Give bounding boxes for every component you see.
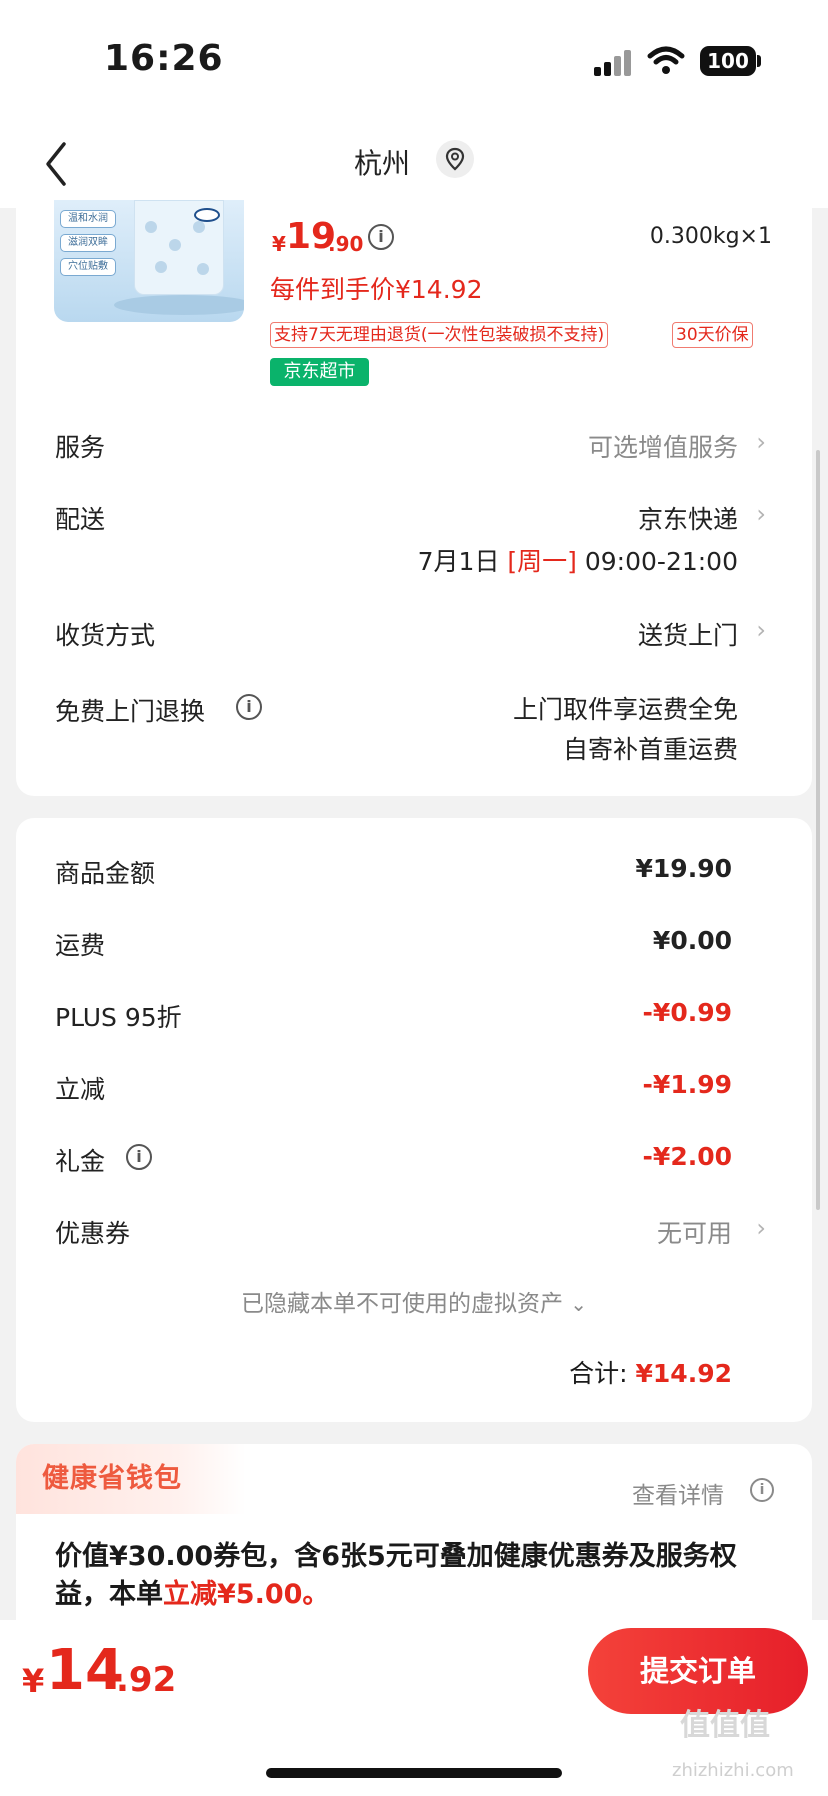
summary-row-value: ¥19.90 xyxy=(635,854,732,883)
wallet-desc-text: 价值¥30.00券包，含6张5元可叠加健康优惠券及服务权益，本单 xyxy=(55,1541,737,1610)
price-info-icon[interactable]: i xyxy=(368,224,394,250)
chevron-right-icon[interactable]: › xyxy=(756,500,766,528)
wallet-info-icon[interactable]: i xyxy=(750,1478,774,1502)
product-base xyxy=(114,295,244,315)
chevron-down-icon: ⌄ xyxy=(570,1292,588,1316)
wallet-desc-highlight: 立减¥5.00。 xyxy=(163,1579,330,1610)
product-image-tag: 穴位贴敷 xyxy=(60,258,116,276)
hand-price: 每件到手价¥14.92 xyxy=(270,275,483,304)
weight-quantity: 0.300kg×1 xyxy=(649,224,772,249)
service-label: 服务 xyxy=(55,433,106,462)
summary-row-label: 商品金额 xyxy=(55,859,156,888)
summary-row-value: -¥2.00 xyxy=(642,1142,732,1171)
product-image[interactable]: 温和水润 滋润双眸 穴位贴敷 xyxy=(54,200,244,322)
summary-row-value: -¥0.99 xyxy=(642,998,732,1027)
total-integer: 14 xyxy=(46,1638,124,1703)
delivery-window: 09:00-21:00 xyxy=(584,547,738,576)
receive-method-value[interactable]: 送货上门 xyxy=(638,616,738,652)
product-image-tag: 温和水润 xyxy=(60,210,116,228)
summary-row-value: ¥0.00 xyxy=(652,926,732,955)
return-policy-tag: 支持7天无理由退货(一次性包装破损不支持) xyxy=(270,322,609,348)
free-return-line1: 上门取件享运费全免 xyxy=(512,695,738,724)
summary-row-label: 运费 xyxy=(55,931,106,960)
price-summary-card xyxy=(16,818,812,1422)
can-dot xyxy=(169,239,181,251)
chevron-right-icon[interactable]: › xyxy=(756,1214,766,1242)
can-dot xyxy=(197,263,209,275)
total-label: 合计: xyxy=(569,1359,628,1388)
coupon-value[interactable]: 无可用 xyxy=(657,1214,732,1250)
can-dot xyxy=(145,221,157,233)
summary-row-value: -¥1.99 xyxy=(642,1070,732,1099)
summary-row-label: 礼金 xyxy=(55,1147,106,1176)
home-indicator[interactable] xyxy=(266,1768,562,1778)
cellular-signal-icon xyxy=(594,50,634,76)
receive-method-label: 收货方式 xyxy=(55,621,156,650)
watermark-logo: 值值值 xyxy=(680,1708,770,1743)
free-return-line2: 自寄补首重运费 xyxy=(562,735,738,764)
battery-tip xyxy=(757,55,761,67)
hidden-assets-toggle[interactable]: 已隐藏本单不可使用的虚拟资产 ⌄ xyxy=(0,1284,828,1318)
wallet-description: 价值¥30.00券包，含6张5元可叠加健康优惠券及服务权益，本单立减¥5.00。 xyxy=(55,1538,775,1614)
back-chevron-icon[interactable] xyxy=(42,140,70,188)
delivery-date: 7月1日 xyxy=(417,547,500,576)
total-value: ¥14.92 xyxy=(635,1359,732,1388)
eye-logo-icon xyxy=(194,208,220,222)
scrollbar[interactable] xyxy=(816,450,820,1210)
product-image-tag: 滋润双眸 xyxy=(60,234,116,252)
total-decimal: .92 xyxy=(116,1660,177,1700)
service-value[interactable]: 可选增值服务 xyxy=(588,428,738,464)
summary-row-label: 立减 xyxy=(55,1075,106,1104)
city-name[interactable]: 杭州 xyxy=(354,142,410,182)
delivery-time[interactable]: 7月1日 [周一] 09:00-21:00 xyxy=(418,542,738,578)
coupon-label: 优惠券 xyxy=(55,1219,131,1248)
chevron-right-icon[interactable]: › xyxy=(756,616,766,644)
delivery-value[interactable]: 京东快递 xyxy=(638,500,738,536)
price-decimal: .90 xyxy=(328,232,364,256)
wifi-icon xyxy=(647,46,685,74)
store-badge: 京东超市 xyxy=(270,358,369,386)
price-protect-tag: 30天价保 xyxy=(672,322,753,348)
delivery-label: 配送 xyxy=(55,505,106,534)
wallet-detail-link[interactable]: 查看详情 xyxy=(632,1476,724,1510)
can-dot xyxy=(193,221,205,233)
free-return-info-icon[interactable]: i xyxy=(236,694,262,720)
chevron-right-icon[interactable]: › xyxy=(756,428,766,456)
watermark-url: zhizhizhi.com xyxy=(672,1760,794,1781)
wallet-title: 健康省钱包 xyxy=(42,1463,182,1494)
gift-info-icon[interactable]: i xyxy=(126,1144,152,1170)
price-currency: ¥ xyxy=(272,232,286,256)
battery-icon: 100 xyxy=(700,46,756,76)
total-currency: ¥ xyxy=(22,1662,45,1700)
total-row: 合计: ¥14.92 xyxy=(569,1354,732,1390)
location-pin-icon[interactable] xyxy=(436,140,474,178)
delivery-weekday: [周一] xyxy=(507,547,577,576)
hidden-assets-text: 已隐藏本单不可使用的虚拟资产 xyxy=(240,1291,563,1317)
can-dot xyxy=(155,261,167,273)
status-time: 16:26 xyxy=(104,38,224,79)
summary-row-label: PLUS 95折 xyxy=(55,1003,182,1032)
free-return-label: 免费上门退换 xyxy=(55,697,206,726)
